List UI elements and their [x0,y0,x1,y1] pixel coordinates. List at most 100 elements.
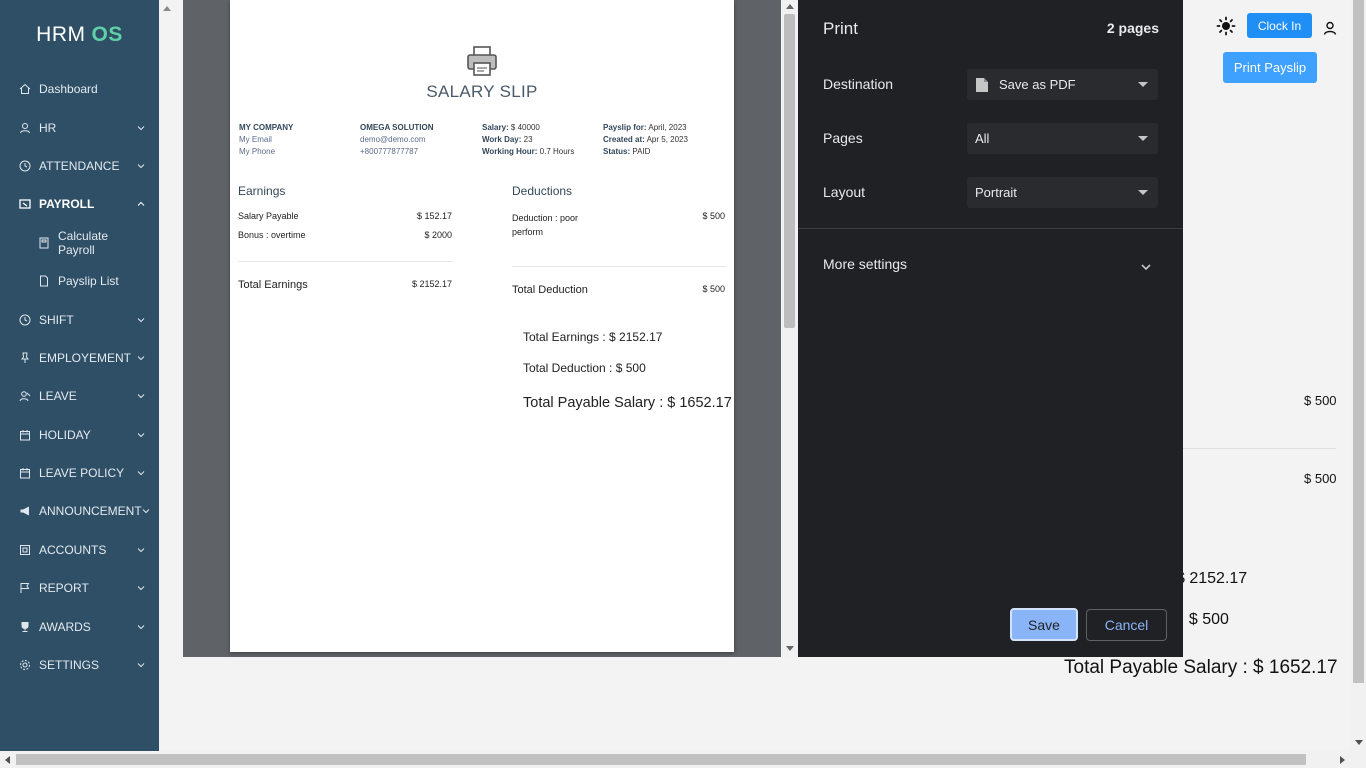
chevron-down-icon [142,507,150,515]
preview-scrollbar[interactable] [781,0,798,657]
sidebar-item-leave[interactable]: LEAVE [0,377,159,415]
chevron-down-icon [137,584,145,592]
earnings-divider [238,261,452,262]
sidebar-item-payslip-list[interactable]: Payslip List [0,262,159,300]
destination-value: Save as PDF [999,77,1076,92]
chevron-down-icon [137,469,145,477]
calculator-icon [38,237,50,249]
horizontal-scroll-thumb[interactable] [16,754,1306,765]
user-profile-icon[interactable] [1322,20,1338,36]
sidebar-item-announcement[interactable]: ANNOUNCEMENT [0,492,159,530]
sidebar-item-shift[interactable]: SHIFT [0,300,159,338]
gear-icon [19,659,31,671]
scroll-down-arrow[interactable] [1355,740,1363,745]
sidebar-item-label: EMPLOYEMENT [39,350,132,365]
chevron-down-icon[interactable] [1140,260,1152,272]
sidebar-item-report[interactable]: REPORT [0,569,159,607]
sidebar-item-label: ANNOUNCEMENT [39,504,142,519]
clock-icon [19,160,31,172]
pin-icon [19,352,31,364]
main-scroll-up-arrow[interactable] [163,6,171,11]
sidebar-item-label: LEAVE POLICY [39,466,125,481]
page-vertical-scrollbar[interactable] [1351,0,1366,751]
working-hour-label: Working Hour: [482,147,538,156]
divider [1183,448,1336,449]
sidebar-item-accounts[interactable]: ACCOUNTS [0,531,159,569]
sun-icon[interactable] [1216,16,1236,36]
pages-label: Pages [823,130,863,146]
caret-down-icon [1138,136,1148,141]
chevron-down-icon [137,162,145,170]
chevron-down-icon [137,431,145,439]
payslip-for-value: April, 2023 [648,123,687,132]
pages-select[interactable]: All [967,123,1158,154]
pages-value: All [975,131,990,146]
sidebar-item-awards[interactable]: AWARDS [0,607,159,645]
employee-info: OMEGA SOLUTION demo@demo.com +8007778777… [360,122,433,158]
total-earnings-text: $ 2152.17 [1176,570,1248,587]
deductions-heading: Deductions [512,184,573,198]
preview-scroll-thumb[interactable] [784,14,795,328]
printer-icon [466,46,498,76]
page-count: 2 pages [1106,20,1159,36]
sidebar: HRM OS Dashboard HR ATTENDANCE PAYROLL C… [0,0,159,751]
cancel-button[interactable]: Cancel [1086,609,1167,641]
scroll-down-arrow[interactable] [786,646,794,651]
chevron-down-icon [137,354,145,362]
user-icon [19,122,31,134]
total-earnings-label: Total Earnings [238,279,308,291]
summary-total-earnings: Total Earnings : $ 2152.17 [523,330,663,344]
total-deduction-value: $ 500 [1304,471,1337,486]
sidebar-item-attendance[interactable]: ATTENDANCE [0,147,159,185]
clock-in-button[interactable]: Clock In [1247,13,1312,38]
deduction-name-line1: Deduction : poor [512,213,579,223]
sidebar-item-dashboard[interactable]: Dashboard [0,70,159,108]
page-horizontal-scrollbar[interactable] [0,751,1366,768]
vertical-scroll-thumb[interactable] [1353,0,1364,683]
company-email: My Email [239,135,272,144]
scroll-up-arrow[interactable] [786,4,794,9]
chevron-up-icon [137,200,145,208]
sidebar-item-employement[interactable]: EMPLOYEMENT [0,339,159,377]
sidebar-item-hr[interactable]: HR [0,108,159,146]
print-payslip-button[interactable]: Print Payslip [1223,52,1317,83]
sidebar-item-leave-policy[interactable]: LEAVE POLICY [0,454,159,492]
sidebar-item-calculate-payroll[interactable]: Calculate Payroll [0,224,159,262]
deductions-divider [512,266,726,267]
earning-row-value: $ 152.17 [416,211,452,221]
earning-row-name: Bonus : overtime [238,230,306,240]
sidebar-item-label: Calculate Payroll [58,228,109,257]
brand-accent: OS [91,23,123,46]
company-phone: My Phone [239,147,276,156]
layout-value: Portrait [975,185,1017,200]
sidebar-item-payroll[interactable]: PAYROLL [0,185,159,223]
payroll-icon [19,198,31,210]
chevron-down-icon [137,316,145,324]
total-deduction-text: : $ 500 [1180,611,1229,628]
save-button[interactable]: Save [1010,608,1078,641]
print-settings-panel: Print 2 pages Destination Save as PDF Pa… [798,0,1183,657]
total-deduction-label: Total Deduction [512,284,588,296]
scroll-left-arrow[interactable] [5,756,10,764]
sidebar-item-settings[interactable]: SETTINGS [0,646,159,684]
calendar-icon [19,429,31,441]
chevron-down-icon [137,546,145,554]
layout-select[interactable]: Portrait [967,177,1158,208]
sidebar-item-holiday[interactable]: HOLIDAY [0,416,159,454]
brand-main: HRM [36,23,86,46]
status-label: Status: [603,147,631,156]
caret-down-icon [1138,190,1148,195]
destination-select[interactable]: Save as PDF [967,69,1158,100]
chevron-down-icon [137,392,145,400]
sidebar-item-label: REPORT [39,581,89,596]
scroll-right-arrow[interactable] [1340,756,1345,764]
more-settings-toggle[interactable]: More settings [823,256,907,272]
company-info: MY COMPANY My Email My Phone [239,122,293,158]
print-preview-page: SALARY SLIP MY COMPANY My Email My Phone… [230,0,734,652]
home-icon [19,83,31,95]
clock-icon [19,314,31,326]
payslip-info: Payslip for: April, 2023 Created at: Apr… [603,122,688,158]
brand-logo[interactable]: HRM OS [0,0,159,70]
salary-label: Salary: [482,123,509,132]
sidebar-item-label: Dashboard [39,82,98,97]
